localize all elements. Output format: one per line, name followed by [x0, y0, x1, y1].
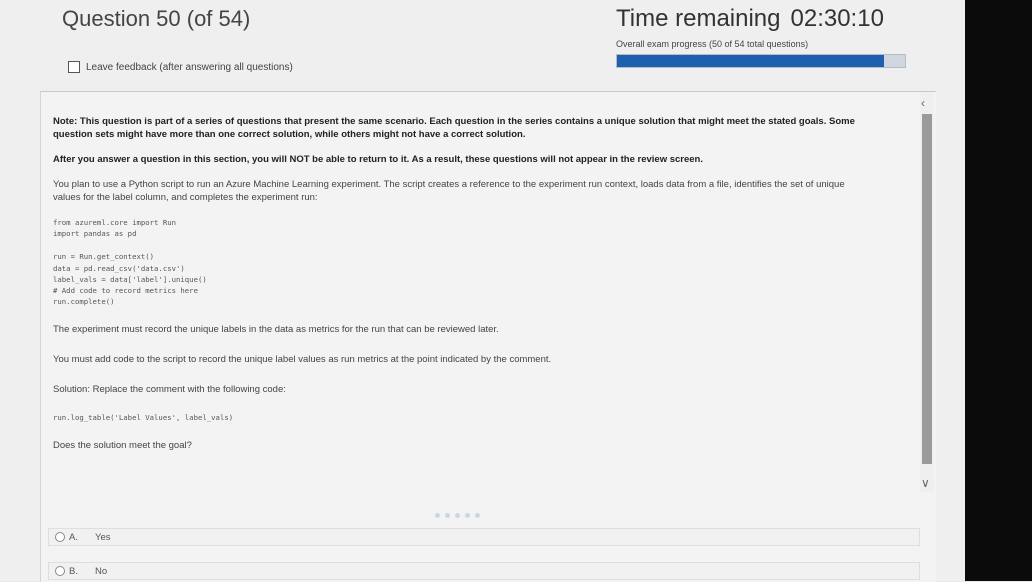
code-line: run.complete(): [53, 297, 115, 307]
code-line: from azureml.core import Run: [53, 218, 177, 227]
warning-text: After you answer a question in this sect…: [53, 154, 704, 165]
feedback-checkbox[interactable]: [68, 61, 80, 73]
note-text: Note: This question is part of a series …: [53, 116, 855, 140]
time-remaining-label: Time remaining: [616, 5, 781, 32]
radio-button[interactable]: [55, 566, 65, 576]
question-title: Question 50 (of 54): [62, 6, 251, 31]
chevron-down-icon[interactable]: ∨: [921, 476, 930, 490]
vertical-scrollbar[interactable]: [920, 92, 934, 492]
code-line: data = pd.read_csv('data.csv'): [53, 263, 185, 273]
feedback-label: Leave feedback (after answering all ques…: [86, 61, 293, 73]
code-line: run = Run.get_context(): [53, 252, 155, 262]
answer-option-a[interactable]: A. Yes: [48, 528, 920, 546]
dot: [435, 513, 440, 518]
dot: [445, 513, 450, 518]
separator-dots: [435, 513, 480, 518]
code-line: import pandas as pd: [53, 229, 137, 239]
scrollbar-thumb[interactable]: [922, 114, 932, 464]
scenario-text: You plan to use a Python script to run a…: [53, 179, 845, 203]
code-line: label_vals = data['label'].unique(): [53, 274, 207, 284]
option-text: Yes: [95, 531, 111, 543]
feedback-option[interactable]: Leave feedback (after answering all ques…: [68, 61, 293, 73]
monitor-bezel: [965, 0, 1032, 581]
code-line: # Add code to record metrics here: [53, 286, 198, 296]
dot: [455, 513, 460, 518]
question-prompt: Does the solution meet the goal?: [53, 439, 192, 451]
requirement-text: The experiment must record the unique la…: [53, 324, 499, 336]
solution-code: run.log_table('Label Values', label_vals…: [53, 413, 234, 423]
progress-label: Overall exam progress (50 of 54 total qu…: [616, 39, 809, 49]
time-remaining-value: 02:30:10: [790, 5, 884, 32]
code-imports: from azureml.core import Run import pand…: [53, 217, 863, 239]
option-text: No: [95, 565, 108, 577]
exam-screen: Question 50 (of 54) Time remaining 02:30:…: [0, 0, 965, 582]
dot: [465, 513, 470, 518]
dot: [475, 513, 480, 518]
radio-button[interactable]: [55, 532, 65, 542]
timer: Time remaining 02:30:10: [616, 5, 884, 33]
chevron-up-icon[interactable]: ‹: [921, 96, 925, 110]
option-letter: A.: [69, 531, 78, 543]
question-content: Note: This question is part of a series …: [53, 115, 863, 451]
answer-option-b[interactable]: B. No: [48, 562, 920, 580]
task-text: You must add code to the script to recor…: [53, 354, 552, 366]
solution-label: Solution: Replace the comment with the f…: [53, 384, 286, 396]
progress-bar: [616, 54, 906, 68]
option-letter: B.: [69, 565, 78, 577]
code-body: run = Run.get_context() data = pd.read_c…: [53, 251, 863, 307]
progress-bar-fill: [617, 55, 884, 67]
